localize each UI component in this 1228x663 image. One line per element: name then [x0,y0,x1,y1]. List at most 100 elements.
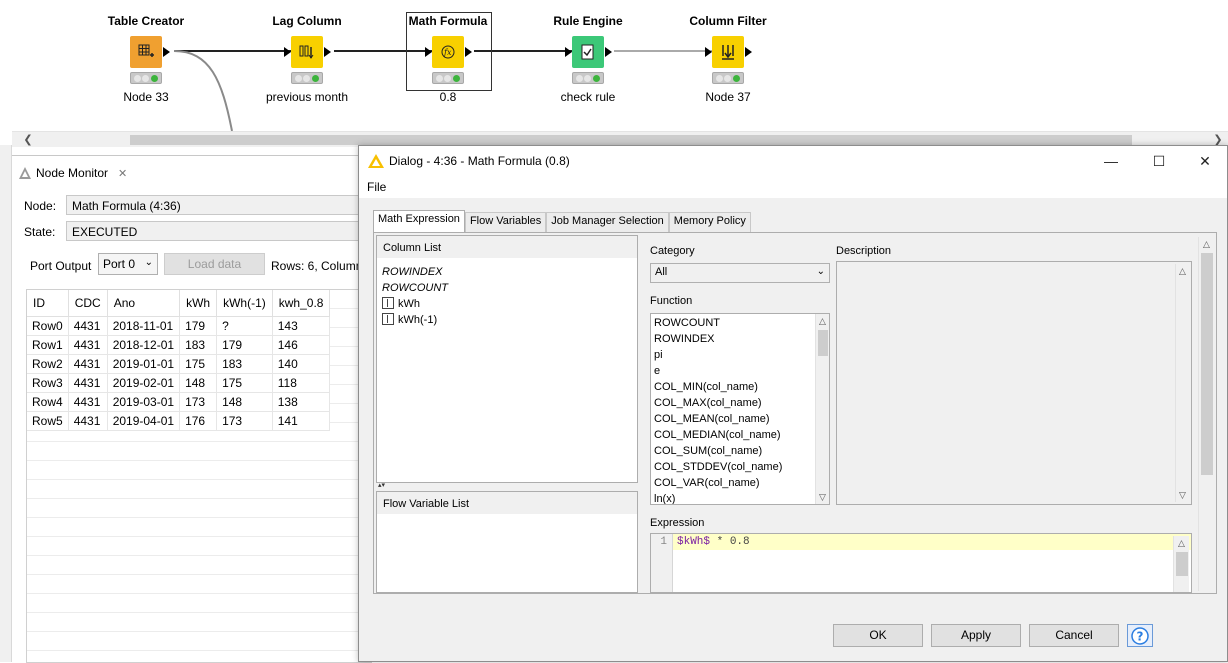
function-list-item[interactable]: COL_VAR(col_name) [651,475,815,491]
function-list-item[interactable]: COL_MEDIAN(col_name) [651,427,815,443]
scroll-up-icon[interactable]: △ [816,314,829,328]
tab-memory-policy[interactable]: Memory Policy [668,212,751,232]
description-scrollbar[interactable]: △ ▽ [1175,264,1189,502]
column-list-item[interactable]: kWh [377,296,637,312]
close-icon[interactable]: ✕ [1191,151,1219,171]
table-header-cell[interactable]: kWh(-1) [216,290,273,317]
function-list-item[interactable]: ROWINDEX [651,331,815,347]
function-list-item[interactable]: pi [651,347,815,363]
scrollbar-thumb[interactable] [1176,552,1188,576]
table-header-cell[interactable]: ID [27,290,69,317]
category-label: Category [650,245,695,257]
node-status-lights [291,72,323,84]
node-label[interactable]: Node 37 [678,90,778,104]
category-select[interactable]: All ⌄ [650,263,830,283]
node-label[interactable]: 0.8 [398,90,498,104]
menu-file[interactable]: File [367,180,386,194]
column-filter-icon[interactable] [712,36,744,68]
load-data-button[interactable]: Load data [164,253,265,275]
scroll-up-icon[interactable]: △ [1199,237,1214,251]
function-list-item[interactable]: COL_MAX(col_name) [651,395,815,411]
dialog-titlebar[interactable]: Dialog - 4:36 - Math Formula (0.8) — ☐ ✕ [359,146,1227,176]
maximize-icon[interactable]: ☐ [1145,151,1173,171]
expression-code[interactable]: $kWh$ * 0.8 [677,534,750,550]
lag-column-icon[interactable] [291,36,323,68]
cancel-button[interactable]: Cancel [1029,624,1119,647]
table-cell: Row2 [27,354,69,374]
function-list-item[interactable]: COL_MIN(col_name) [651,379,815,395]
function-list-scrollbar[interactable]: △ ▽ [815,314,829,504]
table-row[interactable]: Row0 4431 2018-11-01 179? 143 [27,316,331,336]
flow-variable-list-header: Flow Variable List [377,492,637,514]
tab-job-manager-selection[interactable]: Job Manager Selection [546,212,669,232]
table-row[interactable]: Row4 4431 2019-03-01 173 148 138 [27,392,331,412]
tab-math-expression[interactable]: Math Expression [373,210,465,232]
scrollbar-thumb[interactable] [818,330,828,356]
function-list[interactable]: ROWCOUNT ROWINDEX pi e COL_MIN(col_name) COL_… [650,313,830,505]
column-list-item[interactable]: ROWCOUNT [377,280,637,296]
expression-editor[interactable]: 1 $kWh$ * 0.8 △ [650,533,1192,593]
output-port[interactable] [745,47,752,57]
node-rule-engine[interactable]: Rule Engine check rule [538,14,638,104]
integer-column-icon [382,313,394,326]
function-list-item[interactable]: ln(x) [651,491,815,504]
table-header-cell[interactable]: CDC [68,290,108,317]
table-header-cell[interactable]: kWh [179,290,218,317]
node-label[interactable]: Node 33 [96,90,196,104]
node-math-formula[interactable]: Math Formula fx 0.8 [398,14,498,104]
output-port[interactable] [324,47,331,57]
column-name: kWh [398,298,420,310]
expression-scrollbar[interactable]: △ [1173,536,1189,592]
scroll-down-icon[interactable]: ▽ [816,490,829,504]
function-list-item[interactable]: ROWCOUNT [651,315,815,331]
split-handle-icon[interactable]: ▴▾ [376,482,638,489]
port-select[interactable]: Port 0 ⌄ [98,253,158,275]
table-header-cell[interactable]: kwh_0.8 [272,290,331,317]
scrollbar-thumb[interactable] [130,135,1132,145]
node-lag-column[interactable]: Lag Column previous month [257,14,357,104]
workflow-canvas[interactable]: Table Creator Node 33 Lag Column previou… [0,0,1228,145]
function-list-item[interactable]: COL_SUM(col_name) [651,443,815,459]
column-list-item[interactable]: kWh(-1) [377,312,637,328]
output-port[interactable] [163,47,170,57]
output-port[interactable] [605,47,612,57]
output-data-table[interactable]: ID CDC Ano kWh kWh(-1) kwh_0.8 Row0 4431 2018-1… [26,289,372,663]
node-label[interactable]: check rule [538,90,638,104]
rule-engine-icon[interactable] [572,36,604,68]
input-port[interactable] [425,47,432,57]
panel-scrollbar[interactable]: △ [1198,237,1214,591]
column-list[interactable]: ROWINDEX ROWCOUNT kWh kWh(-1) [377,264,637,328]
help-button[interactable]: ? [1127,624,1153,647]
state-label: State: [24,225,56,239]
table-cell: 179 [179,316,218,336]
ok-button[interactable]: OK [833,624,923,647]
minimize-icon[interactable]: — [1097,151,1125,171]
input-port[interactable] [565,47,572,57]
node-monitor-tab[interactable]: Node Monitor ✕ [18,162,127,184]
input-port[interactable] [705,47,712,57]
output-port[interactable] [465,47,472,57]
input-port[interactable] [284,47,291,57]
table-row[interactable]: Row3 4431 2019-02-01 148 175 118 [27,373,331,393]
tab-flow-variables[interactable]: Flow Variables [464,212,547,232]
table-row[interactable]: Row2 4431 2019-01-01 175 183 140 [27,354,331,374]
column-list-item[interactable]: ROWINDEX [377,264,637,280]
scroll-left-icon[interactable]: ❮ [20,132,36,148]
scroll-up-icon[interactable]: △ [1176,264,1189,278]
node-table-creator[interactable]: Table Creator Node 33 [96,14,196,104]
math-formula-icon[interactable]: fx [432,36,464,68]
table-creator-icon[interactable] [130,36,162,68]
close-tab-icon[interactable]: ✕ [118,167,127,180]
scroll-up-icon[interactable]: △ [1174,536,1189,550]
apply-button[interactable]: Apply [931,624,1021,647]
table-row[interactable]: Row1 4431 2018-12-01 183 179 146 [27,335,331,355]
scrollbar-thumb[interactable] [1201,253,1213,475]
function-list-item[interactable]: e [651,363,815,379]
table-row[interactable]: Row5 4431 2019-04-01 176 173 141 [27,411,331,431]
node-label[interactable]: previous month [257,90,357,104]
node-column-filter[interactable]: Column Filter Node 37 [678,14,778,104]
scroll-down-icon[interactable]: ▽ [1176,488,1189,502]
function-list-item[interactable]: COL_STDDEV(col_name) [651,459,815,475]
function-list-item[interactable]: COL_MEAN(col_name) [651,411,815,427]
table-header-cell[interactable]: Ano [107,290,181,317]
